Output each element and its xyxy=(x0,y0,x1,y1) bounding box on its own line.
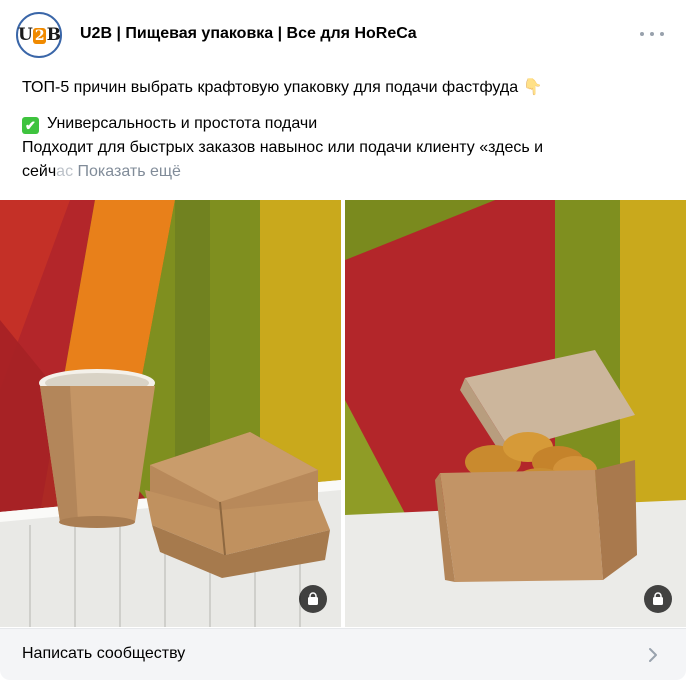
more-options-icon[interactable] xyxy=(640,26,664,42)
photo-nuggets-box xyxy=(345,200,686,627)
shopping-bag-icon[interactable] xyxy=(644,585,672,613)
pointing-down-emoji-icon: 👇 xyxy=(522,79,543,96)
post-body-line: сейч xyxy=(22,163,57,180)
post-header: U2B U2B | Пищевая упаковка | Все для HoR… xyxy=(0,0,686,68)
group-name-link[interactable]: U2B | Пищевая упаковка | Все для HoReCa xyxy=(80,25,417,43)
post-photo-2[interactable] xyxy=(345,200,686,627)
post-body-line: Универсальность и простота подачи xyxy=(47,115,318,132)
post-text-body: ✔ Универсальность и простота подачи Подхо… xyxy=(22,112,662,184)
avatar-logo: U2B xyxy=(18,25,61,45)
post-title-text: ТОП-5 причин выбрать крафтовую упаковку … xyxy=(22,79,519,96)
post-card: U2B U2B | Пищевая упаковка | Все для HoR… xyxy=(0,0,686,680)
post-body-line: Подходит для быстрых заказов навынос или… xyxy=(22,139,544,156)
show-more-link[interactable]: Показать ещё xyxy=(73,163,181,180)
check-mark-emoji-icon: ✔ xyxy=(22,117,39,134)
post-body-fade: ас xyxy=(56,163,74,180)
photo-cup-burger-box xyxy=(0,200,341,627)
chevron-right-icon xyxy=(649,648,657,662)
write-to-community-label: Написать сообществу xyxy=(22,645,186,662)
avatar[interactable]: U2B xyxy=(16,12,62,58)
post-text-title: ТОП-5 причин выбрать крафтовую упаковку … xyxy=(22,76,662,100)
post-photo-1[interactable] xyxy=(0,200,341,627)
shopping-bag-icon[interactable] xyxy=(299,585,327,613)
write-to-community-button[interactable]: Написать сообществу xyxy=(0,628,686,680)
